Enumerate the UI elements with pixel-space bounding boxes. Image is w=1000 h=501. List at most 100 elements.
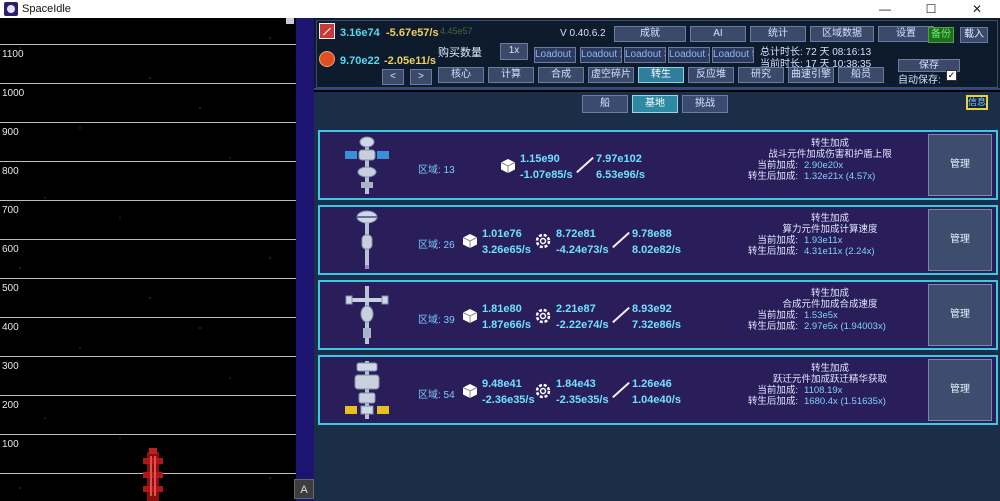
scale-label: 800 (2, 166, 19, 177)
tab-crew[interactable]: 船员 (838, 67, 884, 83)
loadout-5-button[interactable]: Loadout 5 (712, 47, 754, 63)
resource-amount: 1.15e90 (520, 153, 560, 165)
current-bonus-row: 当前加成: 1.53e5x (730, 310, 930, 321)
window-titlebar: SpaceIdle — ☐ ✕ (0, 0, 1000, 18)
autosave-checkbox[interactable]: ✓ (946, 70, 957, 81)
cube-icon (462, 234, 478, 248)
tab-warp-engine[interactable]: 曲速引擎 (788, 67, 834, 83)
tab-synthesis[interactable]: 合成 (538, 67, 584, 83)
tab-core[interactable]: 核心 (438, 67, 484, 83)
region-label: 区域: 13 (418, 165, 455, 176)
scale-label: 100 (2, 439, 19, 450)
target-amount: 9.78e88 (632, 228, 672, 240)
bonus-description: 合成元件加成合成速度 (782, 299, 878, 310)
current-bonus-row: 当前加成: 1108.19x (730, 385, 930, 396)
current-bonus-label: 当前加成: (757, 160, 798, 171)
manage-button[interactable]: 管理 (928, 209, 992, 271)
divider-slash (612, 231, 630, 249)
after-bonus-label: 转生后加成: (747, 246, 798, 257)
subtab-ships[interactable]: 船 (582, 95, 628, 113)
scale-line (0, 83, 296, 84)
space-scene[interactable]: 1100 1000 900 800 700 600 500 400 300 20… (0, 18, 314, 501)
subtab-challenges[interactable]: 挑战 (682, 95, 728, 113)
resource-rate: 3.26e65/s (482, 244, 531, 256)
matter-icon (319, 23, 335, 39)
resource-2-rate: -2.05e11/s (384, 55, 436, 67)
bonus-title: 转生加成 (810, 138, 849, 149)
rebirth-bonus-block: 转生加成 合成元件加成合成速度 当前加成: 1.53e5x 转生后加成: 2.97e… (730, 288, 930, 332)
base-station-sprite (356, 210, 378, 269)
load-button[interactable]: 载入 (960, 27, 988, 43)
subtab-bases[interactable]: 基地 (632, 95, 678, 113)
manage-button[interactable]: 管理 (928, 359, 992, 421)
tab-research[interactable]: 研究 (738, 67, 784, 83)
manage-button[interactable]: 管理 (928, 284, 992, 346)
version-label: V 0.40.6.2 (560, 28, 606, 39)
base-card: 区域: 39 1.81e80 1.87e66/s 2.21e87 -2.22e7… (318, 280, 998, 350)
autosave-label: 自动保存: (898, 75, 941, 86)
component-amount: 2.21e87 (556, 303, 596, 315)
cube-icon (500, 159, 516, 173)
minimize-button[interactable]: — (862, 0, 908, 18)
info-button[interactable]: 信息 (966, 95, 988, 110)
scale-line (0, 122, 296, 123)
backup-button[interactable]: 备份 (928, 27, 954, 43)
achievements-button[interactable]: 成就 (614, 26, 686, 42)
after-bonus-row: 转生后加成: 1.32e21x (4.57x) (730, 171, 930, 182)
prev-page-button[interactable]: < (382, 69, 404, 85)
current-bonus-value: 1.93e11x (804, 235, 843, 246)
cube-icon (462, 309, 478, 323)
scale-line (0, 44, 296, 45)
tab-void-shards[interactable]: 虚空碎片 (588, 67, 634, 83)
scale-line (0, 200, 296, 201)
scale-label: 500 (2, 283, 19, 294)
current-bonus-label: 当前加成: (757, 235, 798, 246)
current-bonus-label: 当前加成: (757, 310, 798, 321)
region-label: 区域: 39 (418, 315, 455, 326)
loadout-2-button[interactable]: Loadout 2 (580, 47, 622, 63)
close-button[interactable]: ✕ (954, 0, 1000, 18)
scale-line (0, 434, 296, 435)
gear-icon (535, 308, 551, 324)
resource-amount: 9.48e41 (482, 378, 522, 390)
loadout-4-button[interactable]: Loadout 4 (668, 47, 710, 63)
rebirth-bonus-block: 转生加成 跃迁元件加成跃迁精华获取 当前加成: 1108.19x 转生后加成: 16… (730, 363, 930, 407)
region-label: 区域: 26 (418, 240, 455, 251)
settings-button[interactable]: 设置 (878, 26, 934, 42)
bonus-description: 战斗元件加成伤害和护盾上限 (768, 149, 892, 160)
current-bonus-row: 当前加成: 1.93e11x (730, 235, 930, 246)
after-bonus-label: 转生后加成: (747, 321, 798, 332)
divider-slash (612, 381, 630, 399)
stats-button[interactable]: 统计 (750, 26, 806, 42)
gear-icon (535, 383, 551, 399)
bonus-title: 转生加成 (810, 288, 849, 299)
ai-button[interactable]: AI (690, 26, 746, 42)
region-data-button[interactable]: 区域数据 (810, 26, 874, 42)
a-button[interactable]: A (294, 479, 314, 499)
next-page-button[interactable]: > (410, 69, 432, 85)
loadout-3-button[interactable]: Loadout 3 (624, 47, 666, 63)
quantity-button[interactable]: 1x (500, 43, 528, 60)
buy-quantity-label: 购买数量 (438, 47, 482, 59)
current-bonus-value: 2.90e20x (804, 160, 844, 171)
bonus-title: 转生加成 (810, 213, 849, 224)
window-title: SpaceIdle (22, 3, 71, 15)
loadout-1-button[interactable]: Loadout 1 (534, 47, 576, 63)
tab-compute[interactable]: 计算 (488, 67, 534, 83)
scale-line (0, 161, 296, 162)
after-bonus-label: 转生后加成: (747, 171, 798, 182)
tab-reactor[interactable]: 反应堆 (688, 67, 734, 83)
resource-rate: 1.87e66/s (482, 319, 531, 331)
scale-line (0, 317, 296, 318)
current-bonus-label: 当前加成: (757, 385, 798, 396)
scale-label: 1000 (2, 88, 25, 99)
manage-button[interactable]: 管理 (928, 134, 992, 196)
rebirth-bonus-block: 转生加成 战斗元件加成伤害和护盾上限 当前加成: 2.90e20x 转生后加成: 1… (730, 138, 930, 182)
after-bonus-value: 1.32e21x (4.57x) (804, 171, 876, 182)
tab-rebirth[interactable]: 转生 (638, 67, 684, 83)
base-card: 区域: 26 1.01e76 3.26e65/s 8.72e81 -4.24e7… (318, 205, 998, 275)
scale-label: 300 (2, 361, 19, 372)
after-bonus-label: 转生后加成: (747, 396, 798, 407)
top-toolbar: 3.16e74 -5.67e57/s 4.45e57 9.70e22 -2.05… (314, 18, 1000, 90)
maximize-button[interactable]: ☐ (908, 0, 954, 18)
